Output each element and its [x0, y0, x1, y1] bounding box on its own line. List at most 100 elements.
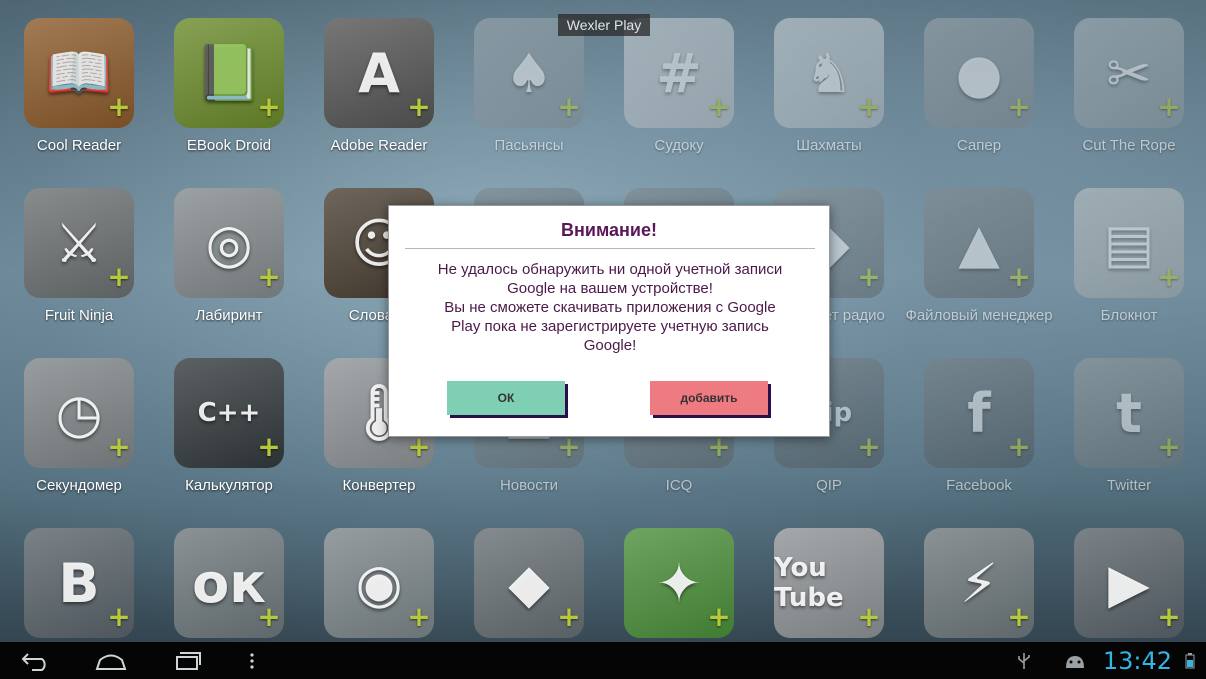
install-plus-icon: + [107, 90, 131, 123]
app-label: Блокнот [1100, 307, 1158, 324]
app-label: Cool Reader [36, 137, 122, 154]
app-label: ICQ [665, 477, 693, 494]
install-plus-icon: + [1157, 90, 1181, 123]
app-icon-glyph: ◉ [355, 551, 403, 615]
app-icon-glyph: t [1116, 381, 1142, 445]
system-navbar: 13:42 [0, 642, 1206, 679]
app-icon-glyph: ▤ [1103, 211, 1155, 275]
recent-apps-icon [176, 651, 201, 670]
install-plus-icon: + [107, 600, 131, 633]
app-icon-glyph: ▲ [958, 211, 1000, 275]
install-plus-icon: + [557, 430, 581, 463]
app-label: Cut The Rope [1082, 137, 1176, 154]
home-button[interactable] [90, 642, 132, 679]
app-icon-glyph: ♠ [504, 41, 554, 105]
app-icon-glyph: B [58, 551, 100, 615]
app-icon-glyph: C++ [197, 398, 261, 428]
dialog-message-line: Не удалось обнаружить ни одной учетной з… [437, 261, 783, 278]
app-shortcut[interactable]: ● + Сапер [904, 6, 1054, 166]
install-plus-icon: + [707, 430, 731, 463]
install-plus-icon: + [257, 430, 281, 463]
ok-button[interactable]: ОК [447, 381, 565, 415]
dialog-message-line: Play пока не зарегистрируете учетную зап… [451, 318, 769, 335]
app-shortcut[interactable]: t + Twitter [1054, 346, 1204, 506]
overflow-menu-icon [250, 652, 254, 669]
app-label: Пасьянсы [494, 137, 564, 154]
dialog-message-line: Google на вашем устройстве! [507, 280, 713, 297]
app-icon-glyph: A [358, 41, 400, 105]
app-label: Файловый менеджер [905, 307, 1053, 324]
dialog-message-line: Google! [583, 337, 637, 354]
install-plus-icon: + [1007, 600, 1031, 633]
dialog-title: Внимание! [561, 220, 657, 240]
app-shortcut[interactable]: ◷ + Секундомер [4, 346, 154, 506]
app-icon-glyph: ◷ [55, 381, 103, 445]
app-label: Adobe Reader [330, 137, 428, 154]
app-label: Конвертер [342, 477, 416, 494]
install-plus-icon: + [1157, 600, 1181, 633]
app-label: Fruit Ninja [44, 307, 114, 324]
dialog-divider [405, 248, 815, 249]
add-account-button[interactable]: добавить [650, 381, 768, 415]
app-shortcut[interactable]: ⚔ + Fruit Ninja [4, 176, 154, 336]
app-icon-glyph: ⚔ [54, 211, 104, 275]
app-icon-glyph: ● [955, 41, 1003, 105]
install-plus-icon: + [857, 260, 881, 293]
app-icon-glyph: ✂ [1106, 41, 1152, 105]
app-icon-glyph: ⚡ [960, 551, 998, 615]
app-icon-glyph: ◎ [205, 211, 253, 275]
app-icon-glyph: 📗 [195, 41, 263, 104]
app-shortcut[interactable]: ✂ + Cut The Rope [1054, 6, 1204, 166]
battery-status [1180, 642, 1200, 679]
app-icon-glyph: ♞ [804, 41, 854, 105]
dialog-message: Не удалось обнаружить ни одной учетной з… [401, 260, 819, 355]
app-label: Новости [499, 477, 559, 494]
back-icon [21, 652, 46, 671]
alert-dialog: Внимание! Не удалось обнаружить ни одной… [388, 205, 830, 437]
app-label: Калькулятор [185, 477, 273, 494]
battery-icon [1185, 652, 1195, 668]
app-label: EBook Droid [186, 137, 272, 154]
install-plus-icon: + [107, 430, 131, 463]
install-plus-icon: + [1007, 430, 1031, 463]
install-plus-icon: + [557, 600, 581, 633]
app-icon-glyph: 📖 [45, 41, 113, 104]
app-shortcut[interactable]: ▲ + Файловый менеджер [904, 176, 1054, 336]
app-shortcut[interactable]: ♞ + Шахматы [754, 6, 904, 166]
app-label: Секундомер [36, 477, 122, 494]
debug-status [1060, 642, 1090, 679]
back-button[interactable] [16, 642, 56, 679]
clock: 13:42 [1102, 647, 1172, 675]
app-shortcut[interactable]: 📗 + EBook Droid [154, 6, 304, 166]
install-plus-icon: + [857, 600, 881, 633]
app-shortcut[interactable]: C++ + Калькулятор [154, 346, 304, 506]
install-plus-icon: + [407, 430, 431, 463]
app-shortcut[interactable]: ▤ + Блокнот [1054, 176, 1204, 336]
app-shortcut[interactable]: ◎ + Лабиринт [154, 176, 304, 336]
app-shortcut[interactable]: A + Adobe Reader [304, 6, 454, 166]
install-plus-icon: + [707, 90, 731, 123]
install-plus-icon: + [407, 90, 431, 123]
android-debug-icon [1066, 655, 1084, 668]
app-icon-glyph: ▶ [1108, 551, 1150, 615]
usb-icon [1018, 652, 1030, 669]
app-icon-glyph: ◆ [508, 551, 550, 615]
app-shortcut[interactable]: f + Facebook [904, 346, 1054, 506]
app-icon-glyph: # [656, 41, 702, 105]
dialog-message-line: Вы не сможете скачивать приложения с Goo… [444, 299, 776, 316]
app-label: Шахматы [796, 137, 862, 154]
install-plus-icon: + [257, 260, 281, 293]
usb-status [1010, 642, 1038, 679]
window-title: Wexler Play [558, 14, 650, 36]
install-plus-icon: + [257, 600, 281, 633]
app-label: Twitter [1106, 477, 1152, 494]
app-label: Сапер [956, 137, 1002, 154]
app-label: Лабиринт [195, 307, 263, 324]
app-icon-glyph: ✦ [656, 551, 702, 615]
home-icon [95, 654, 127, 670]
app-shortcut[interactable]: 📖 + Cool Reader [4, 6, 154, 166]
install-plus-icon: + [107, 260, 131, 293]
menu-button[interactable] [240, 642, 264, 679]
install-plus-icon: + [707, 600, 731, 633]
recent-apps-button[interactable] [166, 642, 208, 679]
